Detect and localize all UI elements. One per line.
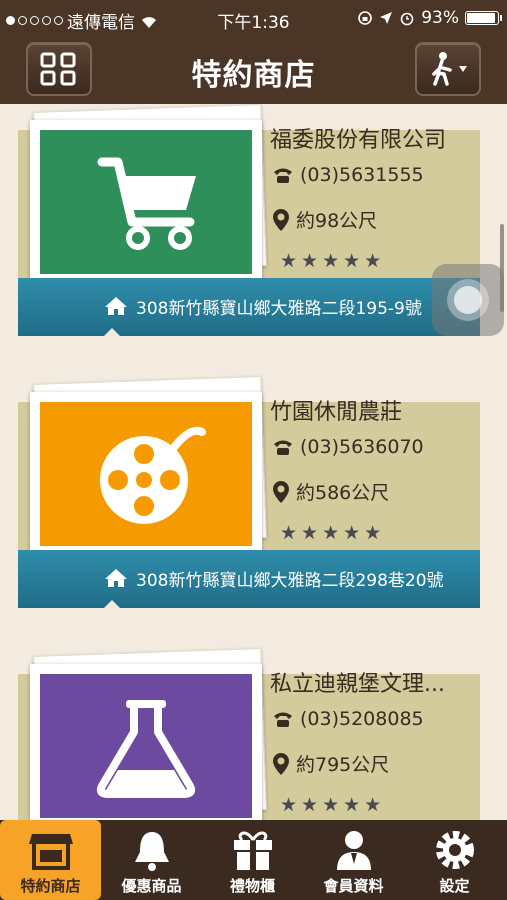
store-distance: 約98公尺 [296, 210, 378, 232]
status-bar: 遠傳電信 下午1:36 93% [0, 0, 507, 36]
store-card[interactable]: 私立迪親堡文理... (03)5208085 約795公尺 ★★★★★ [18, 648, 480, 820]
tab-gift-cabinet[interactable]: 禮物櫃 [202, 820, 303, 900]
phone-icon [274, 168, 292, 183]
store-list[interactable]: 福委股份有限公司 (03)5631555 約98公尺 ★★★★★ 308新竹縣寶… [0, 104, 507, 820]
tab-label: 優惠商品 [121, 877, 182, 895]
store-phone[interactable]: (03)5631555 [300, 164, 424, 186]
tab-member-profile[interactable]: 會員資料 [303, 820, 404, 900]
address-pointer [104, 328, 120, 336]
tab-label: 會員資料 [323, 877, 384, 895]
store-photo [30, 392, 262, 558]
home-icon [105, 297, 127, 315]
storefront-icon [29, 834, 73, 870]
user-icon [337, 831, 371, 870]
location-arrow-icon [380, 12, 393, 24]
tab-bar: 特約商店 優惠商品 禮物櫃 會員資料 設定 [0, 820, 507, 900]
store-phone[interactable]: (03)5636070 [300, 436, 424, 458]
walking-person-icon [432, 52, 467, 86]
store-name: 私立迪親堡文理... [270, 672, 445, 697]
store-card[interactable]: 福委股份有限公司 (03)5631555 約98公尺 ★★★★★ 308新竹縣寶… [18, 104, 480, 338]
location-pin-icon [273, 208, 289, 231]
tab-partner-stores[interactable]: 特約商店 [0, 820, 101, 900]
location-pin-icon [273, 752, 289, 775]
rating-stars: ★★★★★ [280, 250, 386, 272]
flask-icon [96, 700, 196, 798]
store-name: 福委股份有限公司 [270, 128, 447, 153]
store-phone[interactable]: (03)5208085 [300, 708, 424, 730]
tab-discounted-products[interactable]: 優惠商品 [101, 820, 202, 900]
walking-mode-dropdown-button[interactable] [415, 42, 481, 96]
store-photo [30, 664, 262, 820]
address-bar[interactable]: 308新竹縣寶山鄉大雅路二段298巷20號 [18, 550, 480, 608]
phone-icon [274, 440, 292, 455]
store-distance: 約586公尺 [296, 482, 390, 504]
home-icon [105, 569, 127, 587]
address-bar[interactable]: 308新竹縣寶山鄉大雅路二段195-9號 [18, 278, 480, 336]
store-image [40, 674, 252, 818]
battery-icon [465, 11, 502, 25]
gift-icon [234, 831, 272, 870]
assistive-touch-button[interactable] [432, 264, 504, 336]
orientation-lock-icon [358, 11, 373, 25]
gear-icon [436, 831, 474, 869]
store-address: 308新竹縣寶山鄉大雅路二段195-9號 [136, 299, 422, 319]
location-pin-icon [273, 480, 289, 503]
store-image [40, 402, 252, 546]
address-pointer [104, 600, 120, 608]
shopping-cart-icon [97, 157, 196, 250]
tab-settings[interactable]: 設定 [404, 820, 505, 900]
navigation-bar: 特約商店 [0, 36, 507, 104]
alarm-icon [400, 12, 414, 26]
store-address: 308新竹縣寶山鄉大雅路二段298巷20號 [136, 571, 444, 591]
rating-stars: ★★★★★ [280, 794, 386, 816]
store-photo [30, 120, 262, 286]
film-reel-icon [100, 426, 206, 524]
store-card[interactable]: 竹園休閒農莊 (03)5636070 約586公尺 ★★★★★ 308新竹縣寶山… [18, 376, 480, 610]
tab-label: 特約商店 [20, 877, 81, 895]
phone-icon [274, 712, 292, 727]
tab-label: 設定 [439, 877, 470, 895]
rating-stars: ★★★★★ [280, 522, 386, 544]
store-name: 竹園休閒農莊 [270, 400, 403, 425]
bell-icon [135, 832, 169, 871]
store-distance: 約795公尺 [296, 754, 390, 776]
store-image [40, 130, 252, 274]
tab-label: 禮物櫃 [229, 877, 275, 895]
battery-percent: 93% [421, 8, 459, 28]
